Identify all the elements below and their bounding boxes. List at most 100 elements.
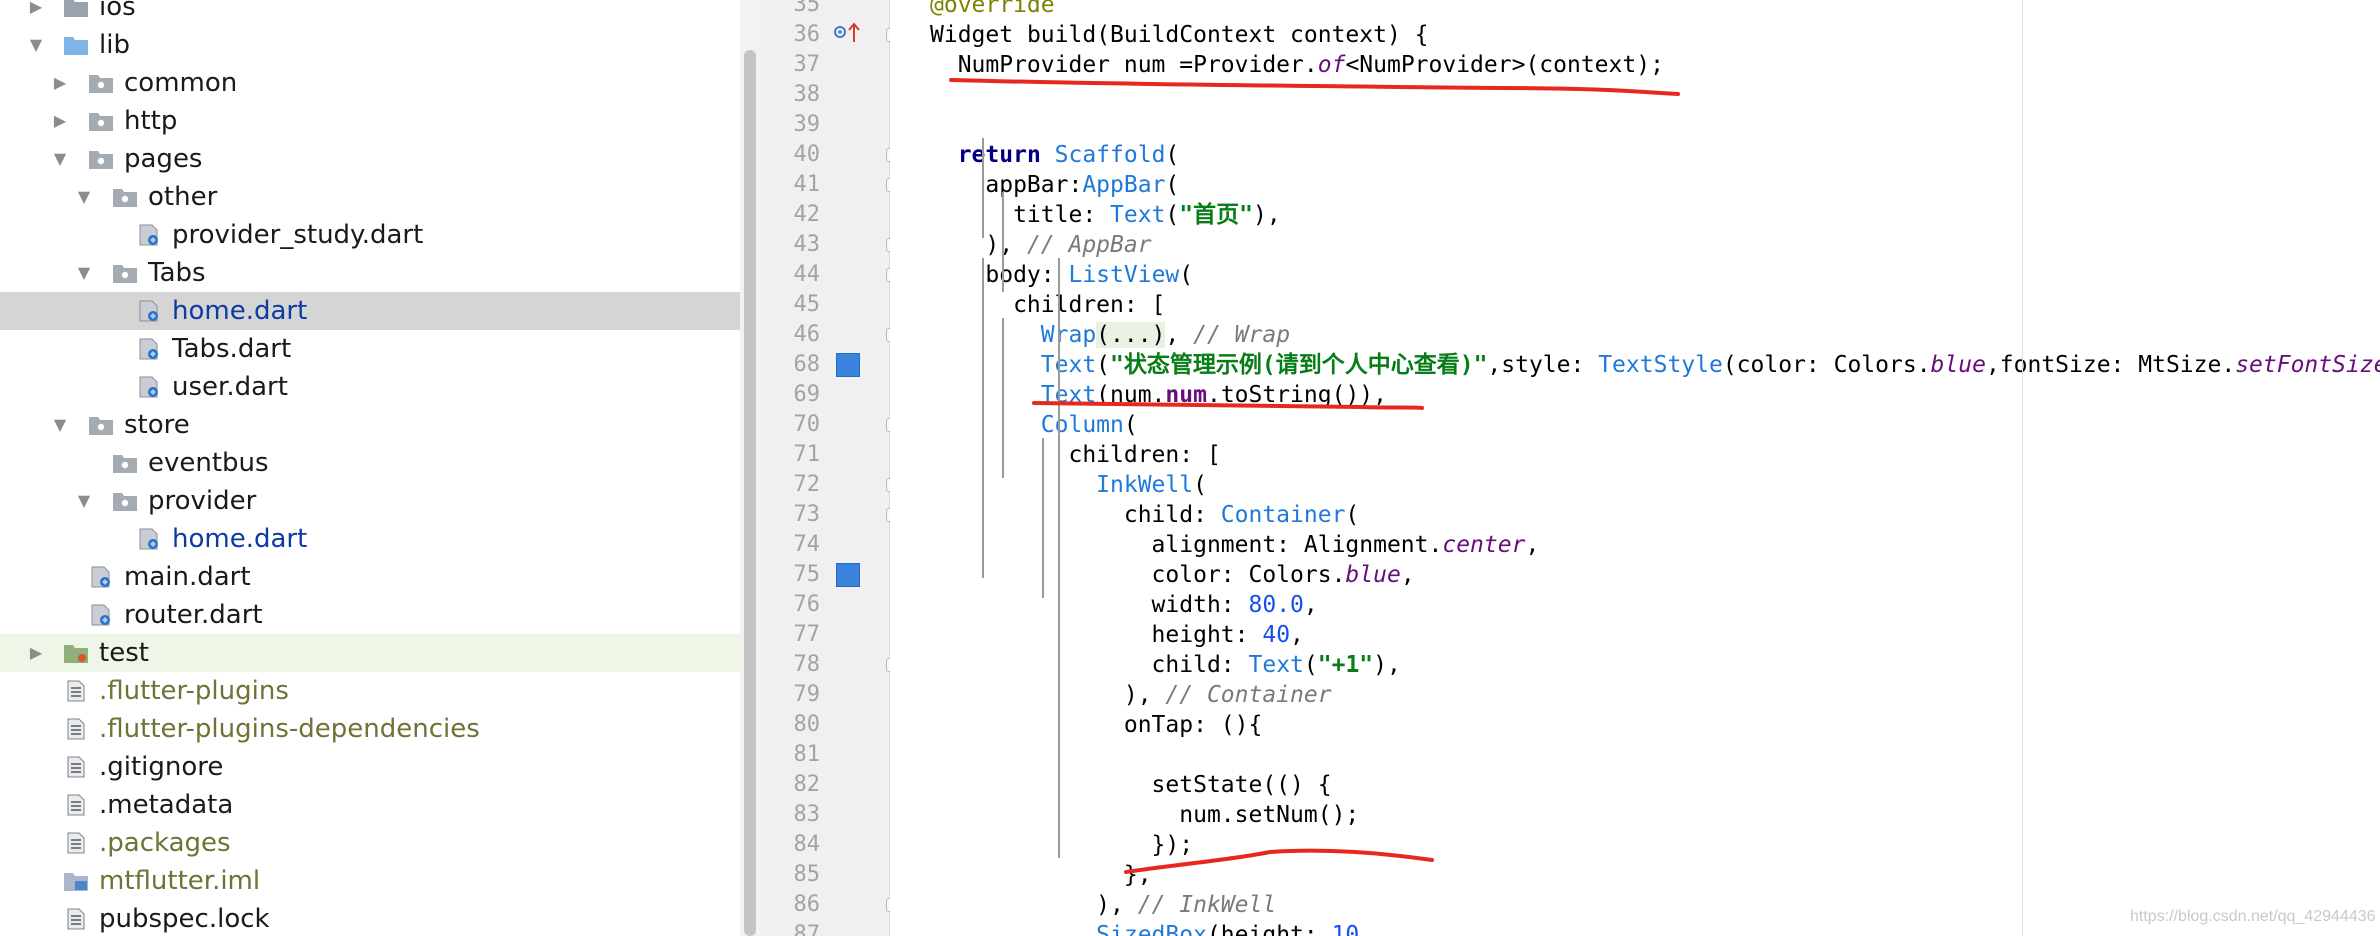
code-line[interactable]: },: [930, 860, 1152, 890]
code-line[interactable]: SizedBox(height: 10,: [930, 920, 1373, 936]
code-line[interactable]: width: 80.0,: [930, 590, 1318, 620]
tree-item[interactable]: main.dart: [0, 558, 740, 596]
tree-item-label: .packages: [99, 828, 231, 858]
expand-arrow-down-icon[interactable]: ▼: [72, 482, 96, 520]
line-number: 70: [793, 412, 821, 437]
code-line[interactable]: Column(: [930, 410, 1138, 440]
tree-item[interactable]: ▼ pages: [0, 140, 740, 178]
code-line[interactable]: Text("状态管理示例(请到个人中心查看)",style: TextStyle…: [930, 350, 2380, 380]
gutter-marker-icon[interactable]: [836, 563, 860, 587]
code-line[interactable]: Widget build(BuildContext context) {: [930, 20, 1429, 50]
code-token: ,: [1290, 622, 1304, 648]
line-number: 43: [793, 232, 821, 257]
code-line[interactable]: Wrap(...), // Wrap: [930, 320, 1290, 350]
code-line[interactable]: body: ListView(: [930, 260, 1193, 290]
tree-scrollbar-thumb[interactable]: [744, 50, 756, 936]
tree-item[interactable]: home.dart: [0, 520, 740, 558]
tree-item[interactable]: ▶ http: [0, 102, 740, 140]
code-line[interactable]: return Scaffold(: [930, 140, 1180, 170]
tree-item-label: eventbus: [148, 448, 269, 478]
expand-arrow-right-icon[interactable]: ▶: [24, 634, 48, 672]
expand-arrow-down-icon[interactable]: ▼: [48, 406, 72, 444]
code-token: alignment: Alignment.: [930, 532, 1443, 558]
code-token: width:: [930, 592, 1249, 618]
tree-item-label: other: [148, 182, 218, 212]
tree-item[interactable]: home.dart: [0, 292, 740, 330]
code-line[interactable]: ), // InkWell: [930, 890, 1276, 920]
tree-item[interactable]: Tabs.dart: [0, 330, 740, 368]
tree-item[interactable]: ▼ lib: [0, 26, 740, 64]
code-line[interactable]: ), // AppBar: [930, 230, 1151, 260]
tree-item[interactable]: ▼ other: [0, 178, 740, 216]
tree-item[interactable]: user.dart: [0, 368, 740, 406]
package-icon: [112, 186, 138, 208]
code-line[interactable]: height: 40,: [930, 620, 1304, 650]
indent-guide: [1002, 318, 1004, 478]
tree-item[interactable]: ▶ test: [0, 634, 740, 672]
expand-arrow-right-icon[interactable]: ▶: [24, 0, 48, 26]
line-number: 78: [793, 652, 821, 677]
tree-item[interactable]: eventbus: [0, 444, 740, 482]
code-line[interactable]: color: Colors.blue,: [930, 560, 1415, 590]
package-icon: [112, 452, 138, 474]
tree-item[interactable]: .metadata: [0, 786, 740, 824]
code-line[interactable]: NumProvider num =Provider.of<NumProvider…: [930, 50, 1664, 80]
expand-arrow-down-icon[interactable]: ▼: [24, 26, 48, 64]
right-margin-guide: [2022, 0, 2023, 936]
tree-item[interactable]: .gitignore: [0, 748, 740, 786]
tree-item[interactable]: ▼ provider: [0, 482, 740, 520]
code-line[interactable]: alignment: Alignment.center,: [930, 530, 1540, 560]
package-icon: [112, 262, 138, 284]
gutter-marker-icon[interactable]: [836, 353, 860, 377]
line-number: 42: [793, 202, 821, 227]
code-token: (height:: [1206, 922, 1332, 936]
line-number: 82: [793, 772, 821, 797]
code-line[interactable]: appBar:AppBar(: [930, 170, 1179, 200]
tree-item-label: Tabs.dart: [172, 334, 292, 364]
code-token: @override: [930, 0, 1055, 18]
tree-item[interactable]: ▶ common: [0, 64, 740, 102]
code-token: 80.0: [1248, 592, 1304, 618]
code-editor[interactable]: @override Widget build(BuildContext conte…: [890, 0, 2380, 936]
package-icon: [88, 414, 114, 436]
folder-gray-icon: [63, 0, 89, 18]
tree-item-label: pubspec.lock: [99, 904, 270, 934]
code-line[interactable]: @override: [930, 0, 1055, 20]
code-line[interactable]: children: [: [930, 290, 1165, 320]
expand-arrow-down-icon[interactable]: ▼: [72, 254, 96, 292]
expand-arrow-down-icon[interactable]: ▼: [72, 178, 96, 216]
tree-item[interactable]: ▶ ios: [0, 0, 740, 26]
tree-item-label: .flutter-plugins-dependencies: [99, 714, 480, 744]
project-tree: ▶ ios ▼ lib ▶ common ▶ http ▼ pages ▼ other provider…: [0, 0, 740, 936]
tree-item[interactable]: .packages: [0, 824, 740, 862]
tree-item[interactable]: ▼ Tabs: [0, 254, 740, 292]
tree-item[interactable]: router.dart: [0, 596, 740, 634]
expand-arrow-right-icon[interactable]: ▶: [48, 64, 72, 102]
tree-item[interactable]: mtflutter.iml: [0, 862, 740, 900]
folder-blue-icon: [63, 34, 89, 56]
folded-region[interactable]: (...): [1096, 322, 1166, 348]
expand-arrow-right-icon[interactable]: ▶: [48, 102, 72, 140]
code-line[interactable]: child: Text("+1"),: [930, 650, 1401, 680]
code-token: .toString()),: [1206, 382, 1387, 408]
tree-item[interactable]: ▼ store: [0, 406, 740, 444]
code-line[interactable]: InkWell(: [930, 470, 1207, 500]
code-line[interactable]: setState(() {: [930, 770, 1332, 800]
code-token: AppBar: [1082, 172, 1166, 198]
expand-arrow-down-icon[interactable]: ▼: [48, 140, 72, 178]
text-file-icon: [63, 794, 89, 816]
code-line[interactable]: children: [: [930, 440, 1220, 470]
tree-item[interactable]: pubspec.lock: [0, 900, 740, 936]
code-line[interactable]: ), // Container: [930, 680, 1332, 710]
tree-item[interactable]: .flutter-plugins: [0, 672, 740, 710]
code-line[interactable]: onTap: (){: [930, 710, 1262, 740]
tree-item[interactable]: provider_study.dart: [0, 216, 740, 254]
code-line[interactable]: });: [930, 830, 1194, 860]
code-line[interactable]: num.setNum();: [930, 800, 1359, 830]
code-line[interactable]: Text(num.num.toString()),: [930, 380, 1387, 410]
code-line[interactable]: child: Container(: [930, 500, 1359, 530]
tree-item[interactable]: .flutter-plugins-dependencies: [0, 710, 740, 748]
override-method-icon[interactable]: [832, 20, 866, 44]
tree-item-label: Tabs: [148, 258, 206, 288]
